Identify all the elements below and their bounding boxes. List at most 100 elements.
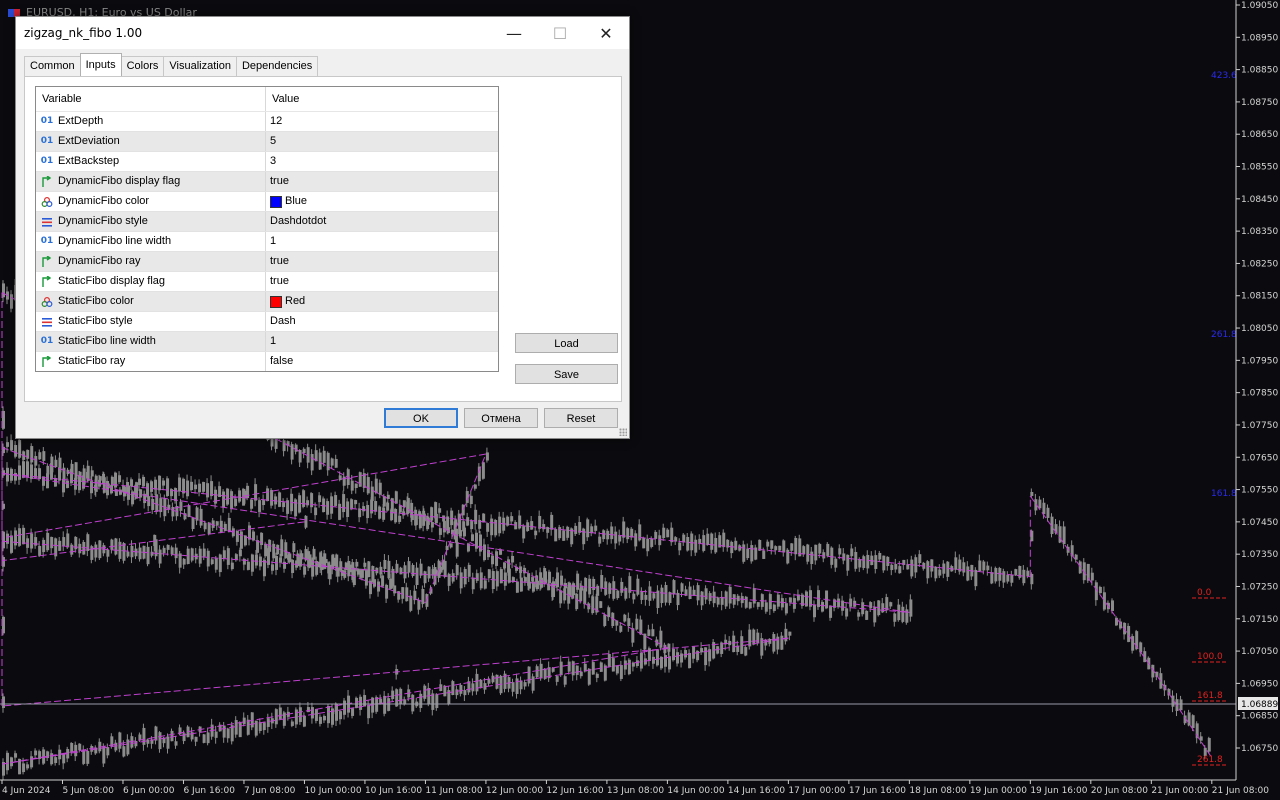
indicator-properties-dialog: zigzag_nk_fibo 1.00 — ☐ ✕ Common Inputs … xyxy=(15,16,630,439)
candle-body xyxy=(86,750,90,764)
candle-body xyxy=(595,673,599,678)
table-row[interactable]: DynamicFibo display flag true xyxy=(36,172,498,192)
candle-body xyxy=(491,675,495,683)
candle-body xyxy=(704,647,708,666)
candle-body xyxy=(694,539,698,553)
candle-body xyxy=(18,528,22,546)
candle-body xyxy=(350,499,354,510)
candle-body xyxy=(206,550,210,567)
value-cell[interactable]: Dash xyxy=(266,312,296,331)
tab-colors[interactable]: Colors xyxy=(120,56,165,76)
table-row[interactable]: 01 StaticFibo line width 1 xyxy=(36,332,498,352)
table-row[interactable]: DynamicFibo style Dashdotdot xyxy=(36,212,498,232)
candle-body xyxy=(66,533,70,548)
candle-body xyxy=(423,571,427,584)
candle-body xyxy=(406,501,410,514)
table-row[interactable]: 01 ExtDeviation 5 xyxy=(36,132,498,152)
variable-cell: 01 ExtDepth xyxy=(36,112,266,131)
candle-body xyxy=(662,527,666,539)
candle-body xyxy=(700,591,704,606)
cancel-button[interactable]: Отмена xyxy=(464,408,538,428)
value-cell[interactable]: true xyxy=(266,172,289,191)
fibo-red-level-label: 161.8 xyxy=(1197,691,1223,701)
candle-body xyxy=(575,665,579,675)
candle-body xyxy=(238,490,242,502)
candle-body xyxy=(869,602,873,609)
value-cell[interactable]: false xyxy=(266,352,293,371)
candle-body xyxy=(503,562,507,569)
value-text: true xyxy=(270,275,289,287)
candle-body xyxy=(422,510,426,526)
table-row[interactable]: 01 ExtBackstep 3 xyxy=(36,152,498,172)
table-row[interactable]: StaticFibo display flag true xyxy=(36,272,498,292)
candle-body xyxy=(222,725,226,738)
maximize-icon[interactable]: ☐ xyxy=(537,17,583,49)
candle-body xyxy=(174,488,178,502)
table-row[interactable]: DynamicFibo ray true xyxy=(36,252,498,272)
value-cell[interactable]: 3 xyxy=(266,152,276,171)
tab-dependencies[interactable]: Dependencies xyxy=(235,56,319,76)
table-row[interactable]: 01 DynamicFibo line width 1 xyxy=(36,232,498,252)
candle-body xyxy=(619,665,623,679)
candle-body xyxy=(26,461,30,478)
load-button[interactable]: Load xyxy=(515,333,618,353)
table-row[interactable]: DynamicFibo color Blue xyxy=(36,192,498,212)
candle-body xyxy=(10,440,14,451)
candle-body xyxy=(470,534,474,541)
tab-visualization[interactable]: Visualization xyxy=(163,56,237,76)
candle-body xyxy=(766,541,770,547)
candle-body xyxy=(498,516,502,534)
candle-body xyxy=(354,500,358,505)
tab-common[interactable]: Common xyxy=(24,56,81,76)
candle-body xyxy=(474,509,478,525)
candle-body xyxy=(203,522,207,530)
candle-body xyxy=(90,470,94,477)
table-row[interactable]: 01 ExtDepth 12 xyxy=(36,112,498,132)
candle-body xyxy=(106,480,110,496)
candle-body xyxy=(651,629,655,637)
table-row[interactable]: StaticFibo ray false xyxy=(36,352,498,371)
candle-body xyxy=(371,566,375,583)
value-cell[interactable]: Dashdotdot xyxy=(266,212,326,231)
candle-body xyxy=(435,694,439,709)
candle-body xyxy=(6,442,10,447)
value-cell[interactable]: Red xyxy=(266,292,305,311)
price-axis: 1.09050 1.08950 1.08850 1.08750 1.08650 1.085… xyxy=(1236,1,1278,754)
candle-body xyxy=(567,661,571,672)
variable-name: StaticFibo ray xyxy=(58,355,126,367)
value-cell[interactable]: 5 xyxy=(266,132,276,151)
save-button[interactable]: Save xyxy=(515,364,618,384)
table-row[interactable]: StaticFibo color Red xyxy=(36,292,498,312)
reset-button[interactable]: Reset xyxy=(544,408,618,428)
candle-body xyxy=(890,564,894,571)
candle-body xyxy=(386,502,390,511)
candle-body xyxy=(302,448,306,454)
resize-grip-icon[interactable] xyxy=(619,428,627,436)
ok-button[interactable]: OK xyxy=(384,408,458,428)
value-cell[interactable]: true xyxy=(266,252,289,271)
candle-body xyxy=(262,722,266,731)
value-cell[interactable]: Blue xyxy=(266,192,307,211)
value-cell[interactable]: 1 xyxy=(266,332,276,351)
candle-body xyxy=(790,543,794,551)
candle-body xyxy=(318,495,322,503)
dialog-titlebar[interactable]: zigzag_nk_fibo 1.00 — ☐ ✕ xyxy=(16,17,629,49)
candle-body xyxy=(479,572,483,589)
candle-body xyxy=(374,501,378,512)
value-cell[interactable]: true xyxy=(266,272,289,291)
column-header-variable[interactable]: Variable xyxy=(36,87,266,111)
candle-body xyxy=(620,581,624,593)
price-tick-label: 1.07650 xyxy=(1241,453,1278,463)
close-icon[interactable]: ✕ xyxy=(583,17,629,49)
minimize-icon[interactable]: — xyxy=(491,17,537,49)
candle-body xyxy=(599,662,603,672)
tab-inputs[interactable]: Inputs xyxy=(79,53,122,76)
table-row[interactable]: StaticFibo style Dash xyxy=(36,312,498,332)
value-cell[interactable]: 1 xyxy=(266,232,276,251)
value-cell[interactable]: 12 xyxy=(266,112,282,131)
column-header-value[interactable]: Value xyxy=(266,87,299,111)
candle-body xyxy=(531,676,535,691)
candle-body xyxy=(226,488,230,505)
candle-body xyxy=(455,542,459,557)
candle-body xyxy=(82,542,86,555)
